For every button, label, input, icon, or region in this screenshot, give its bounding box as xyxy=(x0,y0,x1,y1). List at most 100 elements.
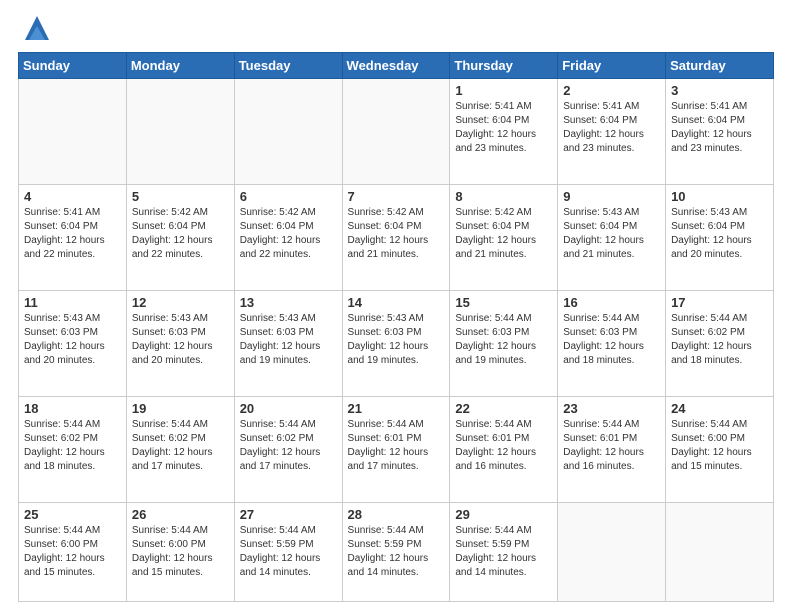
calendar-table: SundayMondayTuesdayWednesdayThursdayFrid… xyxy=(18,52,774,602)
day-info: Sunrise: 5:44 AM Sunset: 6:00 PM Dayligh… xyxy=(671,418,768,474)
calendar-body: 1Sunrise: 5:41 AM Sunset: 6:04 PM Daylig… xyxy=(19,79,774,602)
day-number: 23 xyxy=(563,401,660,416)
day-info: Sunrise: 5:42 AM Sunset: 6:04 PM Dayligh… xyxy=(240,206,337,262)
day-info: Sunrise: 5:44 AM Sunset: 6:01 PM Dayligh… xyxy=(455,418,552,474)
header xyxy=(18,18,774,44)
day-number: 5 xyxy=(132,189,229,204)
calendar-cell xyxy=(666,503,774,602)
day-info: Sunrise: 5:43 AM Sunset: 6:03 PM Dayligh… xyxy=(24,312,121,368)
calendar-cell xyxy=(19,79,127,185)
calendar-cell xyxy=(558,503,666,602)
calendar-cell: 3 Sunrise: 5:41 AM Sunset: 6:04 PM Daylig… xyxy=(666,79,774,185)
day-info: Sunrise: 5:41 AM Sunset: 6:04 PM Dayligh… xyxy=(24,206,121,262)
calendar-cell xyxy=(342,79,450,185)
day-number: 20 xyxy=(240,401,337,416)
day-info: Sunrise: 5:44 AM Sunset: 6:03 PM Dayligh… xyxy=(563,312,660,368)
day-number: 24 xyxy=(671,401,768,416)
day-number: 12 xyxy=(132,295,229,310)
day-info: Sunrise: 5:44 AM Sunset: 6:01 PM Dayligh… xyxy=(563,418,660,474)
day-info: Sunrise: 5:41 AM Sunset: 6:04 PM Dayligh… xyxy=(563,100,660,156)
week-row-2: 11 Sunrise: 5:43 AM Sunset: 6:03 PM Dayli… xyxy=(19,291,774,397)
day-info: Sunrise: 5:44 AM Sunset: 6:00 PM Dayligh… xyxy=(24,524,121,580)
calendar-cell: 12 Sunrise: 5:43 AM Sunset: 6:03 PM Dayli… xyxy=(126,291,234,397)
calendar-cell: 13Sunrise: 5:43 AM Sunset: 6:03 PM Dayli… xyxy=(234,291,342,397)
day-number: 2 xyxy=(563,83,660,98)
day-number: 19 xyxy=(132,401,229,416)
day-number: 6 xyxy=(240,189,337,204)
logo-icon xyxy=(21,12,53,44)
day-info: Sunrise: 5:44 AM Sunset: 6:02 PM Dayligh… xyxy=(24,418,121,474)
day-number: 27 xyxy=(240,507,337,522)
day-number: 28 xyxy=(348,507,445,522)
week-row-0: 1Sunrise: 5:41 AM Sunset: 6:04 PM Daylig… xyxy=(19,79,774,185)
day-number: 22 xyxy=(455,401,552,416)
calendar-cell: 20 Sunrise: 5:44 AM Sunset: 6:02 PM Dayli… xyxy=(234,397,342,503)
day-number: 4 xyxy=(24,189,121,204)
day-info: Sunrise: 5:44 AM Sunset: 6:02 PM Dayligh… xyxy=(240,418,337,474)
weekday-header-row: SundayMondayTuesdayWednesdayThursdayFrid… xyxy=(19,53,774,79)
calendar-cell: 29 Sunrise: 5:44 AM Sunset: 5:59 PM Dayli… xyxy=(450,503,558,602)
week-row-4: 25 Sunrise: 5:44 AM Sunset: 6:00 PM Dayli… xyxy=(19,503,774,602)
weekday-wednesday: Wednesday xyxy=(342,53,450,79)
day-info: Sunrise: 5:41 AM Sunset: 6:04 PM Dayligh… xyxy=(671,100,768,156)
day-info: Sunrise: 5:44 AM Sunset: 6:02 PM Dayligh… xyxy=(671,312,768,368)
calendar-cell: 26 Sunrise: 5:44 AM Sunset: 6:00 PM Dayli… xyxy=(126,503,234,602)
calendar-cell: 22 Sunrise: 5:44 AM Sunset: 6:01 PM Dayli… xyxy=(450,397,558,503)
calendar-cell: 11 Sunrise: 5:43 AM Sunset: 6:03 PM Dayli… xyxy=(19,291,127,397)
day-number: 21 xyxy=(348,401,445,416)
calendar-cell: 8 Sunrise: 5:42 AM Sunset: 6:04 PM Daylig… xyxy=(450,185,558,291)
day-info: Sunrise: 5:43 AM Sunset: 6:03 PM Dayligh… xyxy=(132,312,229,368)
day-number: 16 xyxy=(563,295,660,310)
day-info: Sunrise: 5:44 AM Sunset: 5:59 PM Dayligh… xyxy=(240,524,337,580)
calendar-cell: 25 Sunrise: 5:44 AM Sunset: 6:00 PM Dayli… xyxy=(19,503,127,602)
calendar-cell: 24 Sunrise: 5:44 AM Sunset: 6:00 PM Dayli… xyxy=(666,397,774,503)
calendar-cell: 15 Sunrise: 5:44 AM Sunset: 6:03 PM Dayli… xyxy=(450,291,558,397)
day-number: 10 xyxy=(671,189,768,204)
weekday-sunday: Sunday xyxy=(19,53,127,79)
day-info: Sunrise: 5:43 AM Sunset: 6:03 PM Dayligh… xyxy=(240,312,337,368)
day-number: 7 xyxy=(348,189,445,204)
day-number: 3 xyxy=(671,83,768,98)
day-number: 17 xyxy=(671,295,768,310)
calendar-cell: 5 Sunrise: 5:42 AM Sunset: 6:04 PM Daylig… xyxy=(126,185,234,291)
day-info: Sunrise: 5:44 AM Sunset: 6:02 PM Dayligh… xyxy=(132,418,229,474)
day-info: Sunrise: 5:41 AM Sunset: 6:04 PM Dayligh… xyxy=(455,100,552,156)
weekday-monday: Monday xyxy=(126,53,234,79)
calendar-cell: 4 Sunrise: 5:41 AM Sunset: 6:04 PM Daylig… xyxy=(19,185,127,291)
day-number: 18 xyxy=(24,401,121,416)
day-number: 14 xyxy=(348,295,445,310)
week-row-3: 18 Sunrise: 5:44 AM Sunset: 6:02 PM Dayli… xyxy=(19,397,774,503)
calendar-cell: 16 Sunrise: 5:44 AM Sunset: 6:03 PM Dayli… xyxy=(558,291,666,397)
calendar-cell: 10 Sunrise: 5:43 AM Sunset: 6:04 PM Dayli… xyxy=(666,185,774,291)
calendar-cell: 1Sunrise: 5:41 AM Sunset: 6:04 PM Daylig… xyxy=(450,79,558,185)
calendar-cell: 27 Sunrise: 5:44 AM Sunset: 5:59 PM Dayli… xyxy=(234,503,342,602)
day-number: 11 xyxy=(24,295,121,310)
calendar-cell: 21 Sunrise: 5:44 AM Sunset: 6:01 PM Dayli… xyxy=(342,397,450,503)
weekday-saturday: Saturday xyxy=(666,53,774,79)
calendar-cell: 28Sunrise: 5:44 AM Sunset: 5:59 PM Dayli… xyxy=(342,503,450,602)
day-number: 25 xyxy=(24,507,121,522)
day-number: 15 xyxy=(455,295,552,310)
calendar-cell: 19 Sunrise: 5:44 AM Sunset: 6:02 PM Dayli… xyxy=(126,397,234,503)
day-info: Sunrise: 5:42 AM Sunset: 6:04 PM Dayligh… xyxy=(132,206,229,262)
weekday-friday: Friday xyxy=(558,53,666,79)
day-info: Sunrise: 5:44 AM Sunset: 6:03 PM Dayligh… xyxy=(455,312,552,368)
day-info: Sunrise: 5:43 AM Sunset: 6:04 PM Dayligh… xyxy=(563,206,660,262)
calendar-cell: 17 Sunrise: 5:44 AM Sunset: 6:02 PM Dayli… xyxy=(666,291,774,397)
calendar-cell: 6 Sunrise: 5:42 AM Sunset: 6:04 PM Daylig… xyxy=(234,185,342,291)
day-number: 26 xyxy=(132,507,229,522)
day-number: 29 xyxy=(455,507,552,522)
day-info: Sunrise: 5:44 AM Sunset: 5:59 PM Dayligh… xyxy=(455,524,552,580)
day-info: Sunrise: 5:43 AM Sunset: 6:04 PM Dayligh… xyxy=(671,206,768,262)
week-row-1: 4 Sunrise: 5:41 AM Sunset: 6:04 PM Daylig… xyxy=(19,185,774,291)
calendar-cell: 18 Sunrise: 5:44 AM Sunset: 6:02 PM Dayli… xyxy=(19,397,127,503)
calendar-cell: 9 Sunrise: 5:43 AM Sunset: 6:04 PM Daylig… xyxy=(558,185,666,291)
calendar-cell: 14Sunrise: 5:43 AM Sunset: 6:03 PM Dayli… xyxy=(342,291,450,397)
day-info: Sunrise: 5:42 AM Sunset: 6:04 PM Dayligh… xyxy=(455,206,552,262)
day-info: Sunrise: 5:44 AM Sunset: 6:00 PM Dayligh… xyxy=(132,524,229,580)
day-number: 8 xyxy=(455,189,552,204)
day-number: 9 xyxy=(563,189,660,204)
day-info: Sunrise: 5:42 AM Sunset: 6:04 PM Dayligh… xyxy=(348,206,445,262)
day-info: Sunrise: 5:44 AM Sunset: 6:01 PM Dayligh… xyxy=(348,418,445,474)
weekday-tuesday: Tuesday xyxy=(234,53,342,79)
